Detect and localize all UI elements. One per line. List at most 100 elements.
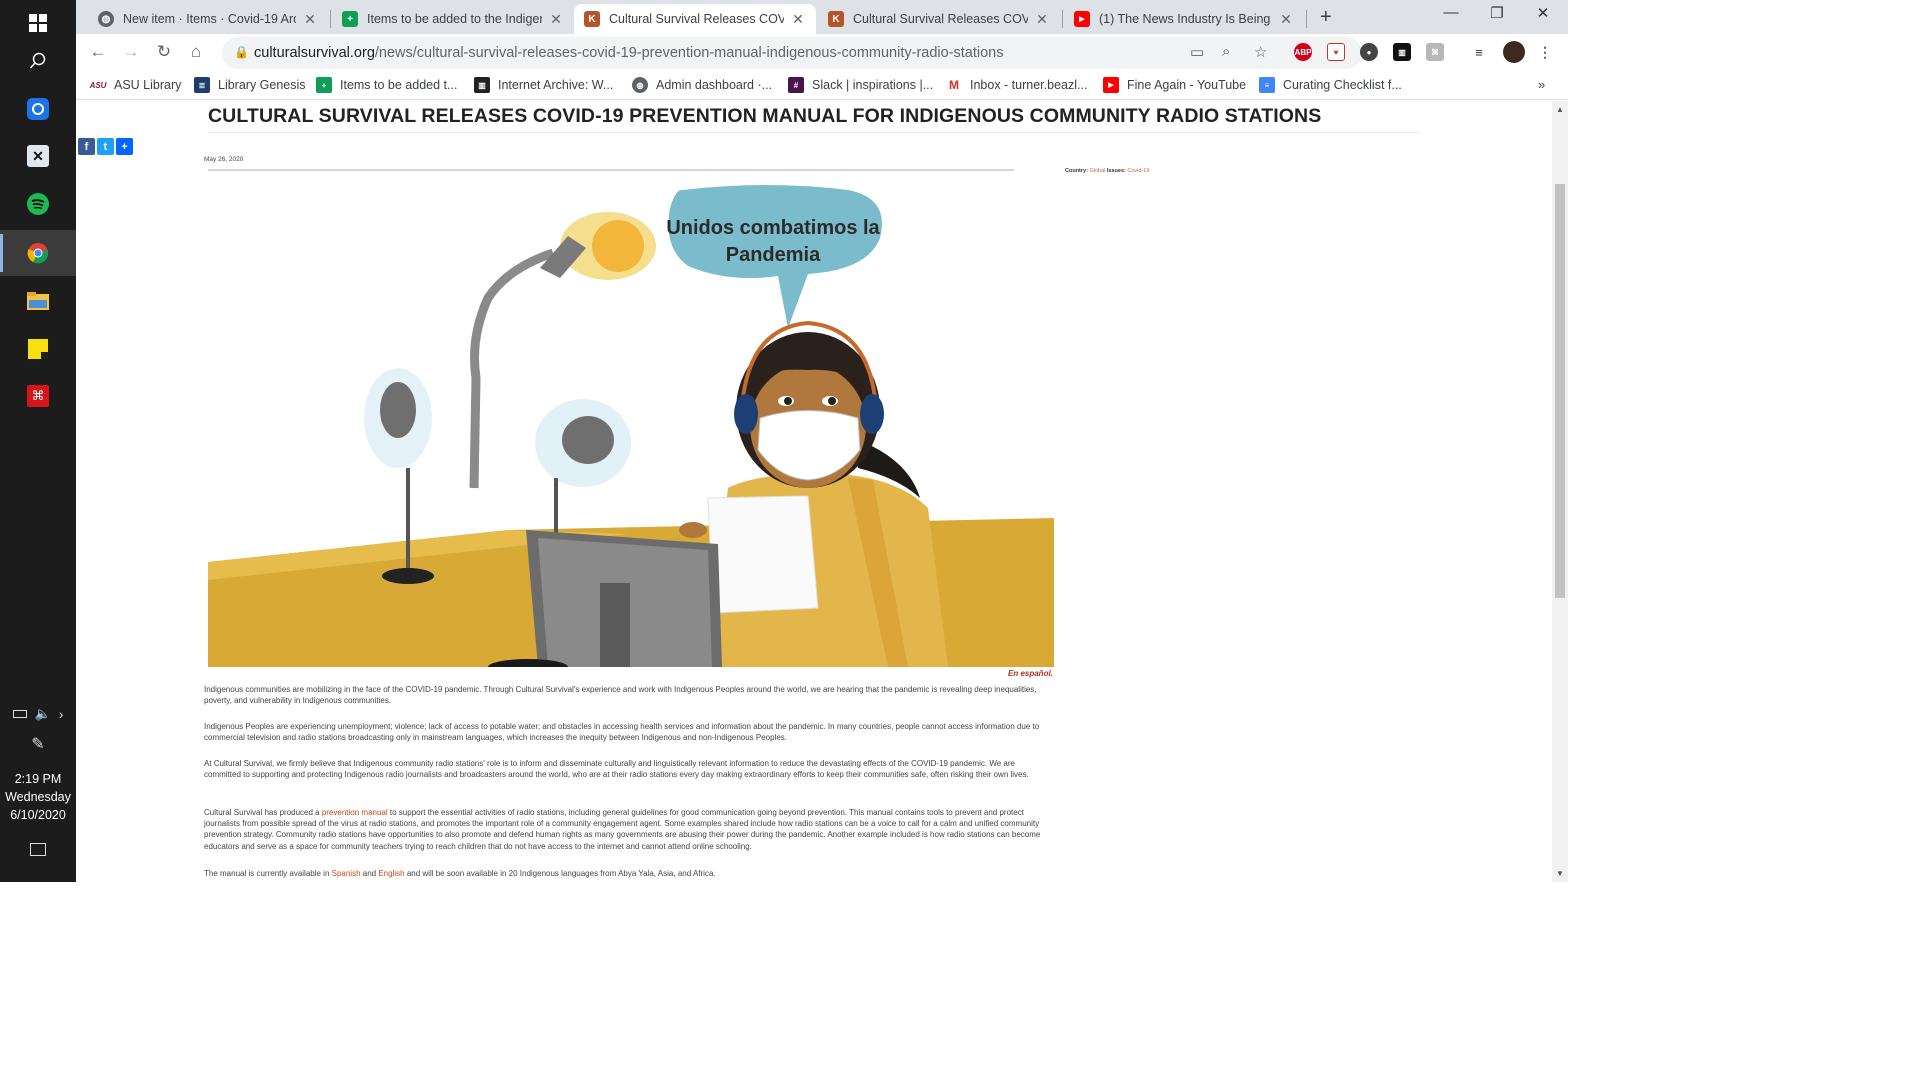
system-tray: 🔈 › [0,706,76,722]
english-link[interactable]: English [378,869,404,878]
tab-title: New item · Items · Covid-19 Archive [123,12,296,26]
issues-link[interactable]: Covid-19 [1127,168,1149,174]
tab-items-sheet[interactable]: + Items to be added to the Indigenous ✕ [332,4,574,34]
windows-icon [29,14,47,32]
sticky-notes-icon [28,339,48,359]
cultural-survival-icon: K [584,11,600,27]
pdf-icon[interactable]: ⌘ [1426,43,1444,61]
scroll-down-icon[interactable]: ▼ [1556,869,1564,878]
arrow-left-icon: ← [89,42,107,61]
forward-button[interactable]: → [119,42,143,62]
tab-cultural-survival[interactable]: K Cultural Survival Releases COVID-19 ✕ [818,4,1060,34]
pen-icon[interactable]: ✎ [31,734,44,754]
folder-icon [27,292,49,310]
address-bar[interactable]: 🔒 culturalsurvival.org/news/cultural-sur… [222,37,1362,69]
tab-title: Items to be added to the Indigenous [367,12,542,26]
bookmark-items-sheet[interactable]: + Items to be added t... [316,77,457,93]
menu-icon[interactable]: ⋮ [1536,43,1554,61]
pen-tray: ✎ [0,734,76,754]
bookmark-asu-library[interactable]: ASU ASU Library [89,77,182,93]
taskbar-app-tool[interactable]: ✕ [0,133,76,179]
tab-title: Cultural Survival Releases COVID-19 [609,12,784,26]
lock-icon[interactable]: 🔒 [234,45,249,59]
taskbar-app-sticky-notes[interactable] [0,326,76,372]
cast-icon[interactable]: ▭ [1190,43,1204,61]
home-button[interactable]: ⌂ [184,42,208,62]
url-path: /news/cultural-survival-releases-covid-1… [374,45,1004,61]
back-button[interactable]: ← [86,42,110,62]
tab-new-item[interactable]: ◍ New item · Items · Covid-19 Archive ✕ [88,4,328,34]
tab-title: Cultural Survival Releases COVID-19 [853,12,1028,26]
country-link[interactable]: Global [1089,168,1105,174]
tab-divider [330,10,331,28]
profile-avatar[interactable] [1503,41,1525,63]
close-icon[interactable]: ✕ [548,11,564,28]
chevron-right-icon[interactable]: › [59,706,64,722]
bookmark-library-genesis[interactable]: ≣ Library Genesis [194,77,306,93]
twitter-share-icon[interactable]: t [97,138,114,155]
taskbar-app-spotify[interactable] [0,181,76,227]
extension-icon[interactable]: ● [1360,43,1378,61]
new-tab-button[interactable]: + [1320,6,1332,29]
tab-youtube[interactable]: ▶ (1) The News Industry Is Being Dec ✕ [1064,4,1304,34]
archive-icon: ▥ [474,77,490,93]
tab-cultural-survival-active[interactable]: K Cultural Survival Releases COVID-19 ✕ [574,4,816,34]
close-window-button[interactable]: ✕ [1520,4,1566,22]
minimize-icon: — [1443,4,1459,21]
close-icon[interactable]: ✕ [790,11,806,28]
taskbar-app-acrobat[interactable]: ⌘ [0,373,76,419]
p4-text-before: Cultural Survival has produced a [204,808,322,817]
taskbar-app-explorer[interactable] [0,278,76,324]
p5-text-before: The manual is currently available in [204,869,332,878]
bookmark-label: Curating Checklist f... [1283,78,1402,92]
page-scrollbar[interactable]: ▲ ▼ [1552,101,1568,882]
pocket-icon[interactable]: ♥ [1327,43,1345,61]
bookmark-gmail[interactable]: M Inbox - turner.beazl... [946,77,1087,93]
bookmark-curating-checklist[interactable]: ≡ Curating Checklist f... [1259,77,1402,93]
facebook-share-icon[interactable]: f [78,138,95,155]
battery-icon[interactable] [12,710,27,718]
adblock-icon[interactable]: ABP [1294,43,1312,61]
more-bookmarks-button[interactable]: » [1538,77,1545,92]
globe-icon: ◍ [98,11,114,27]
volume-icon[interactable]: 🔈 [35,706,51,722]
slack-icon: # [788,77,804,93]
share-plus-icon[interactable]: + [116,138,133,155]
image-caption[interactable]: En español. [1008,669,1053,678]
notifications-area [0,843,76,856]
prevention-manual-link[interactable]: prevention manual [322,808,388,817]
tab-divider [1306,10,1307,28]
star-icon[interactable]: ☆ [1254,43,1267,61]
bookmark-youtube[interactable]: ▶ Fine Again - YouTube [1103,77,1246,93]
bookmark-internet-archive[interactable]: ▥ Internet Archive: W... [474,77,613,93]
close-icon[interactable]: ✕ [302,11,318,28]
taskbar-clock[interactable]: 2:19 PM Wednesday 6/10/2020 [0,770,76,824]
reload-button[interactable]: ↻ [152,42,176,62]
article-paragraph-3: At Cultural Survival, we firmly believe … [204,759,1029,780]
minimize-button[interactable]: — [1428,4,1474,21]
zoom-icon[interactable]: ⌕ [1222,43,1230,60]
close-icon[interactable]: ✕ [1034,11,1050,28]
archive-icon[interactable]: ▥ [1393,43,1411,61]
bookmark-admin-dashboard[interactable]: ◍ Admin dashboard ·... [632,77,772,93]
restore-button[interactable]: ❐ [1474,4,1520,22]
url-text[interactable]: culturalsurvival.org/news/cultural-survi… [254,45,1004,61]
article-paragraph-2: Indigenous Peoples are experiencing unem… [204,722,1040,743]
article-paragraph-1: Indigenous communities are mobilizing in… [204,685,1037,706]
search-button[interactable] [0,38,76,84]
close-icon[interactable]: ✕ [1278,11,1294,28]
scroll-thumb[interactable] [1555,184,1565,598]
scroll-up-icon[interactable]: ▲ [1556,105,1564,114]
search-icon [29,52,46,69]
clock-time: 2:19 PM [14,772,62,786]
reading-list-icon[interactable]: ≡ [1470,43,1488,61]
arrow-right-icon: → [122,42,140,61]
asu-icon: ASU [89,80,107,90]
spotify-icon [27,193,49,215]
taskbar-app-chrome[interactable] [0,230,76,276]
taskbar-app-zoom[interactable] [0,86,76,132]
spanish-link[interactable]: Spanish [332,869,361,878]
action-center-icon[interactable] [30,843,46,856]
bookmark-label: Library Genesis [218,78,306,92]
bookmark-slack[interactable]: # Slack | inspirations |... [788,77,933,93]
